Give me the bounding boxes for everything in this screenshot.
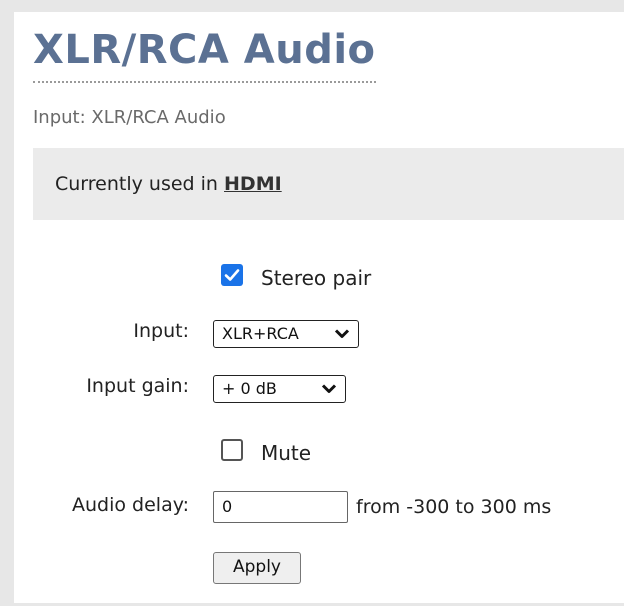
input-select[interactable]: XLR+RCA [213,320,359,348]
audio-settings-panel: XLR/RCA Audio Input: XLR/RCA Audio Curre… [14,12,624,603]
audio-delay-value: 0 [222,497,233,516]
audio-delay-range-hint: from -300 to 300 ms [356,496,552,518]
audio-delay-label: Audio delay: [72,494,189,516]
usage-prefix: Currently used in [55,173,225,195]
chevron-down-icon [334,329,350,338]
checkmark-icon [224,269,240,281]
input-gain-label: Input gain: [86,375,189,397]
mute-label: Mute [261,441,312,465]
page-subtitle: Input: XLR/RCA Audio [33,107,226,128]
audio-delay-input[interactable]: 0 [213,491,348,523]
hdmi-link[interactable]: HDMI [224,173,282,195]
usage-text: Currently used in HDMI [55,173,282,195]
stereo-pair-label: Stereo pair [261,266,372,290]
input-gain-select-value: + 0 dB [222,379,277,398]
mute-checkbox[interactable] [221,439,243,461]
input-select-value: XLR+RCA [222,324,299,343]
chevron-down-icon [321,384,337,393]
input-label: Input: [133,320,189,342]
apply-button[interactable]: Apply [213,552,301,584]
usage-bar: Currently used in HDMI [33,148,624,220]
stereo-pair-checkbox[interactable] [221,264,243,286]
input-gain-select[interactable]: + 0 dB [213,375,346,403]
page-title: XLR/RCA Audio [33,20,376,83]
